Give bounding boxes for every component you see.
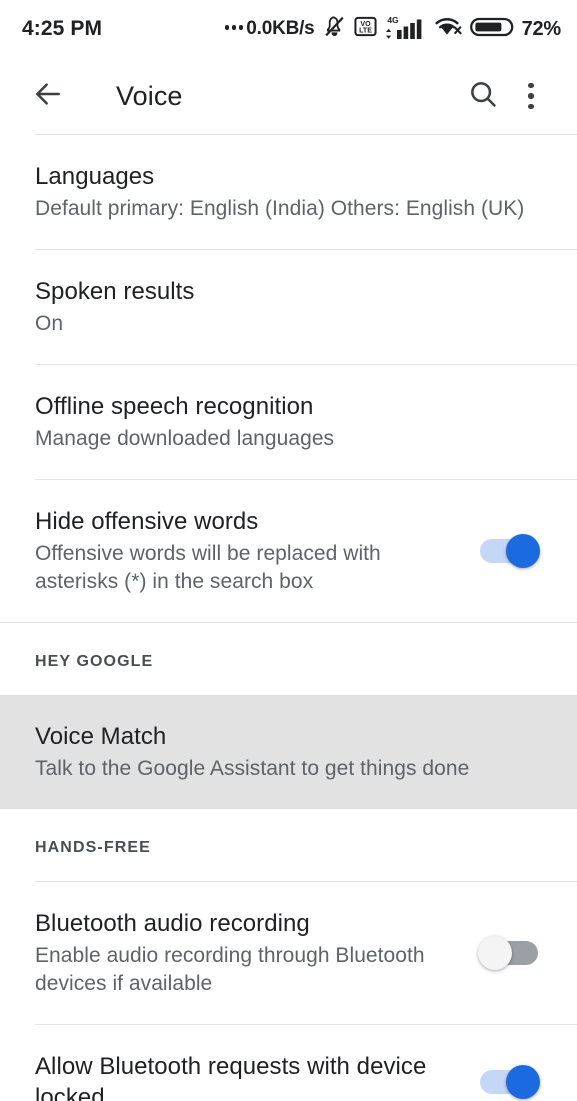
setting-row-allow-bluetooth-requests-device-locked[interactable]: Allow Bluetooth requests with device loc… [0, 1025, 577, 1101]
battery-percent-label: 72% [521, 17, 562, 40]
section-header-hands-free: HANDS-FREE [0, 809, 577, 881]
status-bar: 4:25 PM 0.0KB/s VO LTE 4G 72% [0, 0, 577, 58]
back-button[interactable] [24, 72, 72, 120]
setting-row-spoken-results[interactable]: Spoken results On [0, 250, 577, 364]
row-subtitle: Offensive words will be replaced with as… [35, 542, 381, 593]
toggle-hide-offensive-words[interactable] [478, 534, 540, 568]
row-title: Voice Match [35, 723, 167, 750]
status-icons: 0.0KB/s VO LTE 4G 72% [224, 14, 562, 45]
volte-icon: VO LTE [353, 15, 377, 43]
network-speed-indicator: 0.0KB/s [224, 18, 315, 40]
row-text: Bluetooth audio recording Enable audio r… [35, 908, 478, 998]
wifi-icon [433, 14, 463, 44]
back-arrow-icon [32, 78, 64, 115]
setting-row-voice-match[interactable]: Voice Match Talk to the Google Assistant… [0, 695, 577, 809]
overflow-menu-button[interactable] [507, 72, 555, 120]
setting-row-bluetooth-audio-recording[interactable]: Bluetooth audio recording Enable audio r… [0, 882, 577, 1024]
bell-muted-icon [322, 14, 347, 44]
setting-row-languages[interactable]: Languages Default primary: English (Indi… [0, 135, 577, 249]
row-subtitle: Manage downloaded languages [35, 427, 335, 450]
row-title: Spoken results [35, 278, 195, 305]
toggle-thumb [506, 534, 540, 568]
row-subtitle: Enable audio recording through Bluetooth… [35, 944, 425, 995]
row-title: Languages [35, 163, 155, 190]
battery-icon [469, 15, 514, 44]
row-text: Hide offensive words Offensive words wil… [35, 506, 478, 596]
row-text: Allow Bluetooth requests with device loc… [35, 1051, 478, 1101]
toggle-allow-bluetooth-requests-device-locked[interactable] [478, 1065, 540, 1099]
search-icon [467, 78, 499, 115]
row-text: Voice Match Talk to the Google Assistant… [35, 721, 542, 783]
row-text: Languages Default primary: English (Indi… [35, 161, 542, 223]
search-button[interactable] [459, 72, 507, 120]
more-dots-icon [224, 25, 244, 33]
section-header-hey-google: HEY GOOGLE [0, 623, 577, 695]
settings-list: Languages Default primary: English (Indi… [0, 135, 577, 1101]
row-text: Offline speech recognition Manage downlo… [35, 391, 542, 453]
row-text: Spoken results On [35, 276, 542, 338]
toggle-thumb [478, 936, 512, 970]
status-clock: 4:25 PM [22, 17, 103, 40]
toggle-thumb [506, 1065, 540, 1099]
row-title: Offline speech recognition [35, 393, 314, 420]
signal-bars-4g-icon: 4G [384, 14, 426, 45]
svg-text:4G: 4G [387, 15, 399, 25]
page-title: Voice [116, 80, 183, 111]
svg-text:LTE: LTE [359, 27, 372, 35]
toggle-bluetooth-audio-recording[interactable] [478, 936, 540, 970]
overflow-menu-icon [528, 82, 534, 110]
row-subtitle: Default primary: English (India) Others:… [35, 197, 525, 220]
row-title: Allow Bluetooth requests with device loc… [35, 1053, 427, 1101]
row-subtitle: On [35, 312, 64, 335]
row-subtitle: Talk to the Google Assistant to get thin… [35, 757, 470, 780]
network-speed-label: 0.0KB/s [246, 18, 315, 39]
app-bar: Voice [0, 58, 577, 134]
phone-screen: 4:25 PM 0.0KB/s VO LTE 4G 72% Voice Lang… [0, 0, 577, 1101]
row-title: Bluetooth audio recording [35, 910, 310, 937]
setting-row-hide-offensive-words[interactable]: Hide offensive words Offensive words wil… [0, 480, 577, 622]
row-title: Hide offensive words [35, 508, 259, 535]
setting-row-offline-speech-recognition[interactable]: Offline speech recognition Manage downlo… [0, 365, 577, 479]
